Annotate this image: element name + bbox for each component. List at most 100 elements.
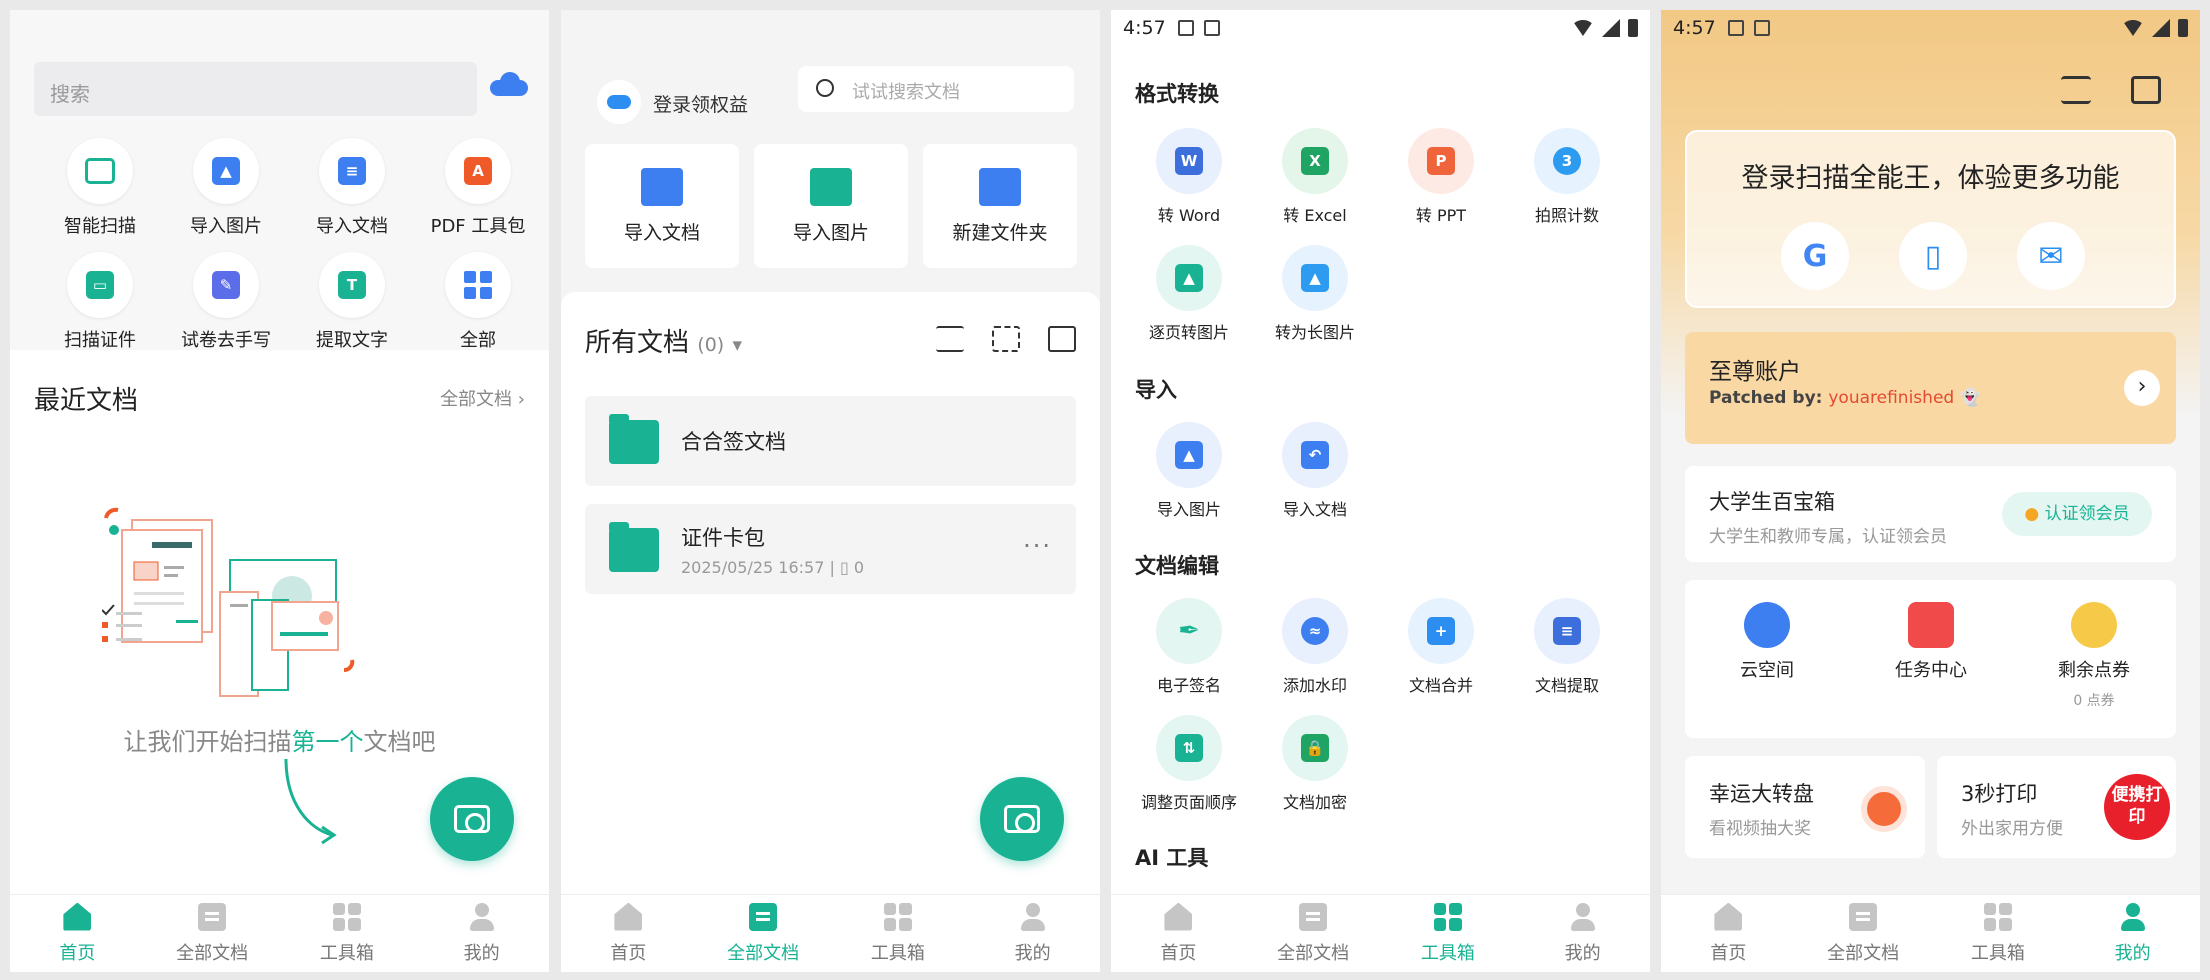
document-icon bbox=[749, 902, 778, 931]
coupon-button[interactable]: 剩余点券 0 点券 bbox=[2012, 602, 2176, 710]
import-doc-icon bbox=[641, 167, 683, 206]
tool-import-doc[interactable]: ≡ 导入文档 bbox=[289, 138, 415, 238]
import-doc-icon: ≡ bbox=[319, 138, 385, 204]
tool-photo-count[interactable]: 3 拍照计数 bbox=[1504, 128, 1630, 226]
camera-button[interactable] bbox=[430, 777, 514, 861]
phone-icon[interactable]: ▯ bbox=[1899, 222, 1967, 290]
tool-smart-scan[interactable]: 智能扫描 bbox=[37, 138, 163, 238]
screen: 搜索 智能扫描 ▲ 导入图片 ≡ 导入文档 A PDF 工具包 ▭ 扫描证件 ✎… bbox=[0, 0, 2210, 980]
tool-pdf-toolkit[interactable]: A PDF 工具包 bbox=[415, 138, 541, 238]
nav-home[interactable]: 首页 bbox=[561, 895, 696, 972]
login-card[interactable]: 登录扫描全能王，体验更多功能 G ▯ ✉ bbox=[1685, 130, 2176, 308]
home-icon bbox=[1164, 902, 1193, 931]
nav-label: 全部文档 bbox=[1277, 942, 1350, 964]
word-icon: W bbox=[1156, 128, 1222, 194]
tool-watermark[interactable]: ≈ 添加水印 bbox=[1252, 598, 1378, 696]
google-icon[interactable]: G bbox=[1781, 222, 1849, 290]
task-center-button[interactable]: 任务中心 bbox=[1849, 602, 2013, 682]
smart-scan-icon bbox=[67, 138, 133, 204]
camera-button[interactable] bbox=[980, 777, 1064, 861]
login-benefits-link[interactable]: 登录领权益 bbox=[653, 90, 748, 117]
nav-toolbox[interactable]: 工具箱 bbox=[1381, 895, 1516, 972]
tool-encrypt[interactable]: 🔒 文档加密 bbox=[1252, 715, 1378, 813]
excel-icon: X bbox=[1282, 128, 1348, 194]
tool-extract[interactable]: ≡ 文档提取 bbox=[1504, 598, 1630, 696]
doc-search-input[interactable]: 试试搜索文档 bbox=[798, 66, 1074, 112]
nav-toolbox[interactable]: 工具箱 bbox=[831, 895, 966, 972]
cloud-icon[interactable] bbox=[490, 72, 528, 96]
nav-toolbox[interactable]: 工具箱 bbox=[1931, 895, 2066, 972]
all-docs-link[interactable]: 全部文档 › bbox=[440, 385, 525, 411]
message-icon[interactable] bbox=[2131, 76, 2161, 104]
toolbox-icon bbox=[1983, 902, 2012, 931]
nav-me[interactable]: 我的 bbox=[414, 895, 549, 972]
tool-long-image[interactable]: ▲ 转为长图片 bbox=[1252, 245, 1378, 343]
import-image-icon: ▲ bbox=[1156, 422, 1222, 488]
scan-code-icon[interactable] bbox=[2061, 76, 2091, 104]
section-title-import: 导入 bbox=[1135, 378, 1177, 402]
tool-id-scan[interactable]: ▭ 扫描证件 bbox=[37, 252, 163, 352]
folder-row[interactable]: 合合签文档 bbox=[585, 396, 1076, 486]
nav-home[interactable]: 首页 bbox=[1111, 895, 1246, 972]
cloud-space-button[interactable]: 云空间 bbox=[1685, 602, 1849, 682]
cloud-icon[interactable] bbox=[597, 80, 641, 124]
nav-all-docs[interactable]: 全部文档 bbox=[145, 895, 280, 972]
nav-home[interactable]: 首页 bbox=[1661, 895, 1796, 972]
all-docs-title[interactable]: 所有文档 (0) ▾ bbox=[585, 322, 742, 359]
extract-icon: ≡ bbox=[1534, 598, 1600, 664]
folder-row[interactable]: 证件卡包 2025/05/25 16:57 | ▯ 0 ··· bbox=[585, 504, 1076, 594]
nav-toolbox[interactable]: 工具箱 bbox=[280, 895, 415, 972]
tool-label: 转 Word bbox=[1157, 206, 1221, 225]
select-icon[interactable] bbox=[1048, 326, 1076, 352]
task-center-icon bbox=[1908, 602, 1954, 648]
caret-down-icon: ▾ bbox=[732, 334, 743, 356]
search-input[interactable]: 搜索 bbox=[34, 62, 477, 116]
nav-me[interactable]: 我的 bbox=[1515, 895, 1650, 972]
university-card[interactable]: 大学生百宝箱 大学生和教师专属，认证领会员 ● 认证领会员 bbox=[1685, 466, 2176, 562]
tool-import-image[interactable]: ▲ 导入图片 bbox=[163, 138, 289, 238]
tool-signature[interactable]: ✒ 电子签名 bbox=[1126, 598, 1252, 696]
bottom-nav: 首页 全部文档 工具箱 我的 bbox=[10, 894, 549, 972]
tool-merge[interactable]: + 文档合并 bbox=[1378, 598, 1504, 696]
tool-reorder[interactable]: ⇅ 调整页面顺序 bbox=[1126, 715, 1252, 813]
empty-text-prefix: 让我们开始扫描 bbox=[123, 728, 292, 756]
tool-label: 导入图片 bbox=[1156, 500, 1221, 519]
coupon-icon bbox=[2071, 602, 2117, 648]
tool-to-excel[interactable]: X 转 Excel bbox=[1252, 128, 1378, 226]
quick-import-image[interactable]: 导入图片 bbox=[754, 144, 908, 268]
nav-label: 工具箱 bbox=[319, 942, 374, 964]
tool-page-to-image[interactable]: ▲ 逐页转图片 bbox=[1126, 245, 1252, 343]
nav-me[interactable]: 我的 bbox=[965, 895, 1100, 972]
nav-me[interactable]: 我的 bbox=[2065, 895, 2200, 972]
tool-import-doc[interactable]: ↶ 导入文档 bbox=[1252, 422, 1378, 520]
nav-all-docs[interactable]: 全部文档 bbox=[696, 895, 831, 972]
all-docs-screen: 登录领权益 试试搜索文档 导入文档 导入图片 新建文件夹 所有文档 (0) ▾ … bbox=[561, 10, 1100, 972]
verify-member-button[interactable]: ● 认证领会员 bbox=[2002, 492, 2152, 536]
tool-all[interactable]: 全部 bbox=[415, 252, 541, 352]
nav-all-docs[interactable]: 全部文档 bbox=[1246, 895, 1381, 972]
tool-label: 文档合并 bbox=[1408, 676, 1473, 695]
sort-icon[interactable] bbox=[936, 326, 964, 352]
more-options-icon[interactable]: ··· bbox=[1023, 532, 1052, 560]
home-icon bbox=[614, 902, 643, 931]
tool-import-image[interactable]: ▲ 导入图片 bbox=[1126, 422, 1252, 520]
vip-account-card[interactable]: 至尊账户 Patched by: youarefinished 👻 › bbox=[1685, 332, 2176, 444]
home-tool-grid: 智能扫描 ▲ 导入图片 ≡ 导入文档 A PDF 工具包 ▭ 扫描证件 ✎ 试卷… bbox=[37, 138, 541, 352]
grid-view-icon[interactable] bbox=[992, 326, 1020, 352]
pdf-toolkit-icon: A bbox=[445, 138, 511, 204]
tool-to-word[interactable]: W 转 Word bbox=[1126, 128, 1252, 226]
chevron-right-icon[interactable]: › bbox=[2124, 370, 2160, 406]
tool-to-ppt[interactable]: P 转 PPT bbox=[1378, 128, 1504, 226]
tool-remove-handwriting[interactable]: ✎ 试卷去手写 bbox=[163, 252, 289, 352]
nav-home[interactable]: 首页 bbox=[10, 895, 145, 972]
quick-new-folder[interactable]: 新建文件夹 bbox=[923, 144, 1077, 268]
quick-label: 导入文档 bbox=[623, 221, 700, 244]
quick-print-card[interactable]: 3秒打印 外出家用方便 便携打印 bbox=[1937, 756, 2176, 858]
quick-import-doc[interactable]: 导入文档 bbox=[585, 144, 739, 268]
nav-all-docs[interactable]: 全部文档 bbox=[1796, 895, 1931, 972]
lucky-wheel-card[interactable]: 幸运大转盘 看视频抽大奖 bbox=[1685, 756, 1925, 858]
nav-label: 首页 bbox=[610, 942, 647, 964]
tool-extract-text[interactable]: T 提取文字 bbox=[289, 252, 415, 352]
page-to-image-icon: ▲ bbox=[1156, 245, 1222, 311]
email-icon[interactable]: ✉ bbox=[2017, 222, 2085, 290]
